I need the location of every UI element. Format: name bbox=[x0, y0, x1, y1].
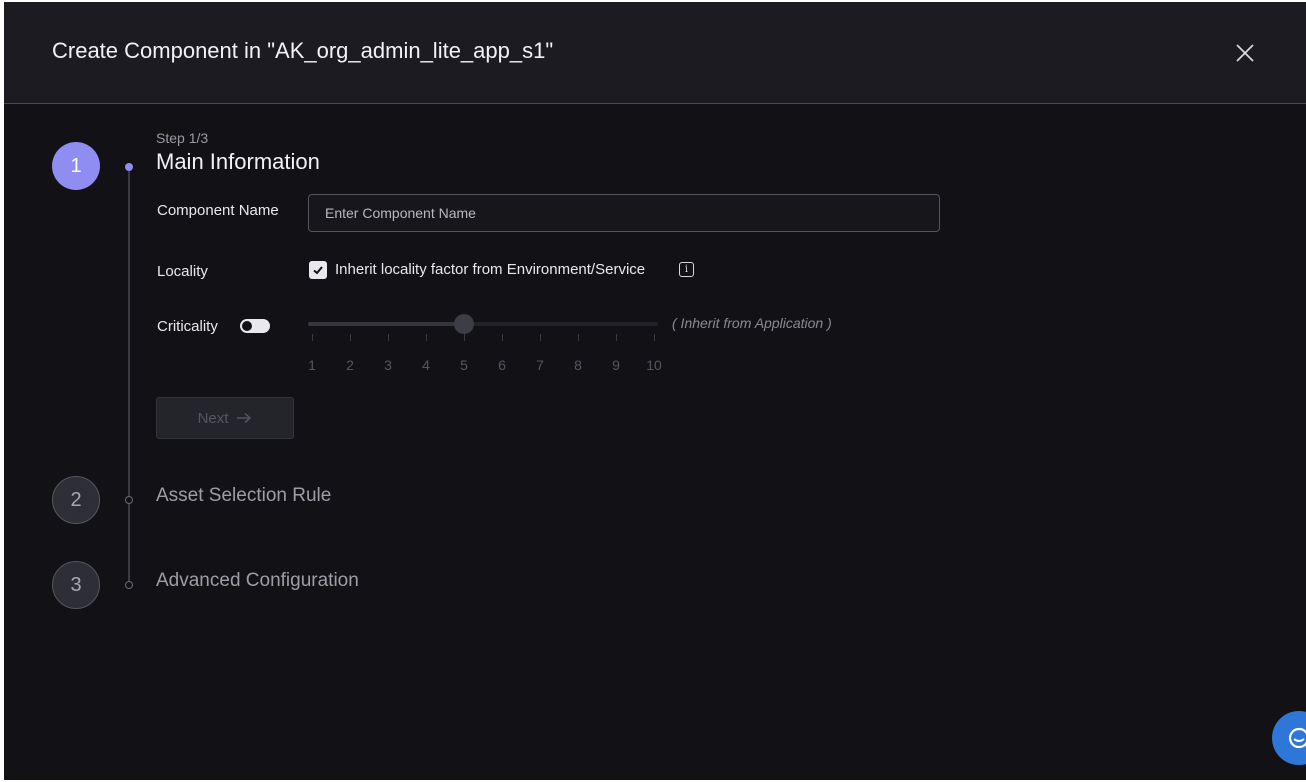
slider-tick-label: 1 bbox=[308, 357, 316, 373]
criticality-toggle[interactable] bbox=[240, 319, 270, 333]
component-name-label: Component Name bbox=[157, 202, 279, 219]
slider-tick bbox=[464, 334, 465, 341]
slider-tick bbox=[312, 334, 313, 341]
step-1-indicator: 1 bbox=[52, 142, 100, 190]
criticality-inherit-text: ( Inherit from Application ) bbox=[672, 315, 832, 331]
component-name-input[interactable] bbox=[308, 194, 940, 232]
slider-tick bbox=[426, 334, 427, 341]
slider-tick-label: 4 bbox=[422, 357, 430, 373]
slider-tick-label: 5 bbox=[460, 357, 468, 373]
step-3-title[interactable]: Advanced Configuration bbox=[156, 570, 359, 592]
slider-tick bbox=[502, 334, 503, 341]
slider-fill bbox=[308, 322, 464, 326]
step-3-indicator[interactable]: 3 bbox=[52, 561, 100, 609]
criticality-slider[interactable]: 1 2 3 4 5 6 7 8 9 10 bbox=[308, 313, 662, 373]
info-icon[interactable]: i bbox=[679, 262, 694, 277]
checkmark-icon bbox=[313, 266, 323, 275]
step-2-dot bbox=[125, 496, 133, 504]
step-1-dot bbox=[125, 163, 133, 171]
close-icon bbox=[1236, 44, 1254, 62]
create-component-modal: Create Component in "AK_org_admin_lite_a… bbox=[4, 2, 1306, 780]
locality-checkbox[interactable] bbox=[309, 261, 327, 279]
slider-tick bbox=[540, 334, 541, 341]
slider-tick-label: 8 bbox=[574, 357, 582, 373]
step-1-subtitle: Step 1/3 bbox=[156, 130, 209, 146]
toggle-knob bbox=[242, 321, 252, 331]
slider-tick-label: 2 bbox=[346, 357, 354, 373]
slider-tick-label: 7 bbox=[536, 357, 544, 373]
slider-tick-label: 6 bbox=[498, 357, 506, 373]
close-button[interactable] bbox=[1230, 38, 1260, 68]
chat-icon bbox=[1288, 727, 1306, 749]
slider-tick-label: 9 bbox=[612, 357, 620, 373]
next-button[interactable]: Next bbox=[156, 397, 294, 439]
step-1-title: Main Information bbox=[156, 149, 320, 174]
slider-tick bbox=[388, 334, 389, 341]
arrow-right-icon bbox=[237, 412, 252, 424]
step-2-title[interactable]: Asset Selection Rule bbox=[156, 485, 331, 507]
slider-tick bbox=[350, 334, 351, 341]
slider-tick-label: 10 bbox=[646, 357, 662, 373]
slider-tick bbox=[578, 334, 579, 341]
next-button-label: Next bbox=[197, 409, 229, 427]
slider-tick bbox=[654, 334, 655, 341]
chat-button[interactable] bbox=[1272, 711, 1306, 765]
stepper-line bbox=[128, 167, 130, 585]
locality-label: Locality bbox=[157, 263, 208, 280]
modal-header: Create Component in "AK_org_admin_lite_a… bbox=[4, 2, 1306, 104]
locality-checkbox-label[interactable]: Inherit locality factor from Environment… bbox=[335, 261, 645, 278]
slider-thumb[interactable] bbox=[454, 314, 474, 334]
slider-tick-label: 3 bbox=[384, 357, 392, 373]
slider-tick bbox=[616, 334, 617, 341]
step-2-indicator[interactable]: 2 bbox=[52, 476, 100, 524]
step-3-dot bbox=[125, 581, 133, 589]
criticality-label: Criticality bbox=[157, 318, 218, 335]
modal-title: Create Component in "AK_org_admin_lite_a… bbox=[52, 38, 554, 63]
